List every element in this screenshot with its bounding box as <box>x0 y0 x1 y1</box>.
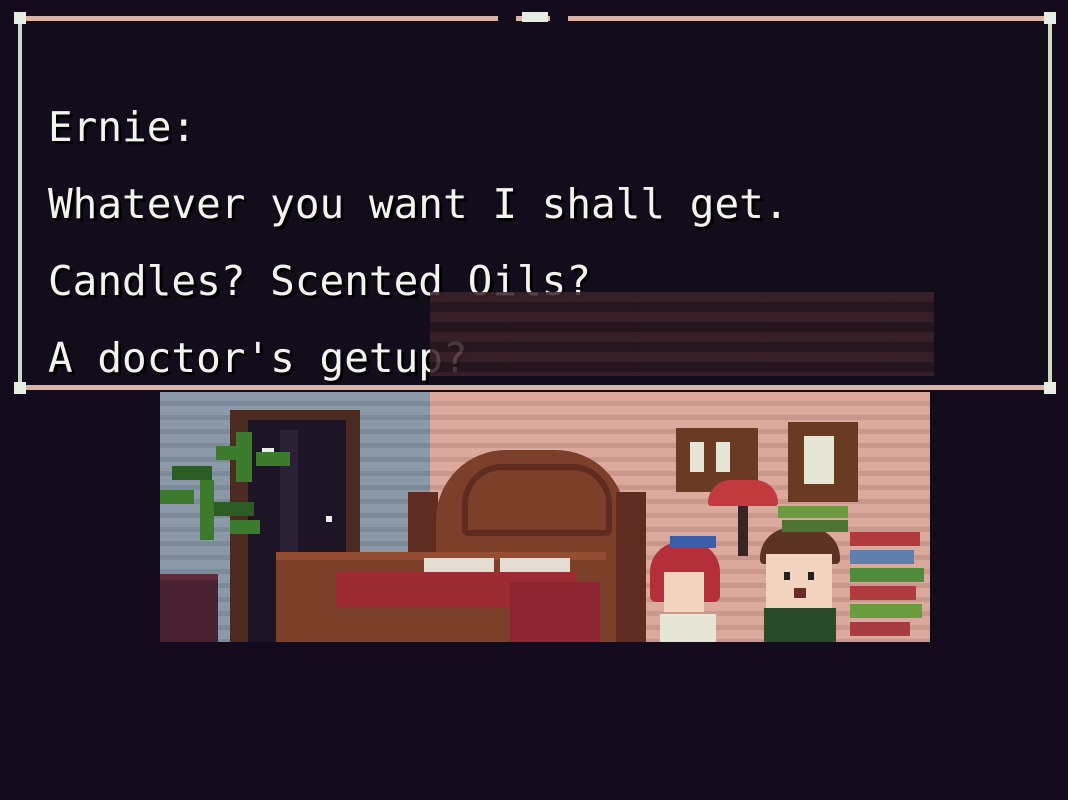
bed-headboard-detail <box>462 464 612 536</box>
dialogue-line: Whatever you want I shall get. <box>48 180 789 228</box>
ernie-character <box>760 528 850 642</box>
sparkle-icon <box>326 516 332 522</box>
border-ornament <box>522 12 548 22</box>
border-corner <box>1044 382 1056 394</box>
lamp-icon <box>708 480 778 506</box>
border-corner <box>14 12 26 24</box>
bed-post <box>616 492 646 642</box>
speaker-name: Ernie: <box>48 103 197 151</box>
red-haired-character <box>650 536 740 642</box>
border-corner <box>14 382 26 394</box>
plant-pot <box>160 574 218 642</box>
bedroom-scene <box>160 392 930 642</box>
border-corner <box>1044 12 1056 24</box>
red-cushion <box>510 582 600 642</box>
book-stack-icon <box>850 532 928 642</box>
shelf-silhouette <box>430 292 934 376</box>
game-screen: Ernie: Whatever you want I shall get. Ca… <box>0 0 1068 800</box>
bottom-letterbox <box>0 642 1068 800</box>
